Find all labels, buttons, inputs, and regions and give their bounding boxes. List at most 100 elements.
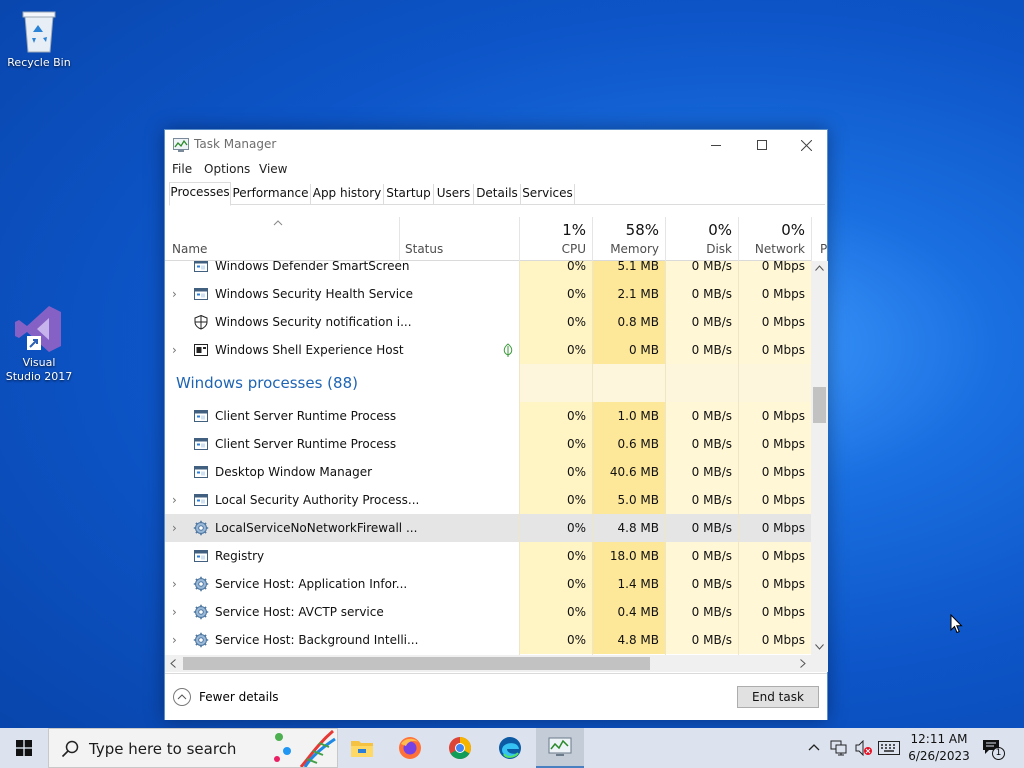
tab-performance[interactable]: Performance [231,184,311,205]
horizontal-scroll-thumb[interactable] [183,657,650,670]
taskbar-file-explorer[interactable] [338,728,386,768]
taskbar-task-manager[interactable] [536,728,584,768]
column-divider[interactable] [738,217,739,261]
vertical-scroll-thumb[interactable] [813,387,826,423]
menu-file[interactable]: File [172,162,192,176]
process-name: Desktop Window Manager [215,465,373,479]
network-icon[interactable] [830,740,848,756]
tab-services[interactable]: Services [521,184,575,205]
minimize-button[interactable] [693,130,739,160]
start-button[interactable] [0,728,48,768]
memory-percent: 58% [625,221,659,239]
expand-chevron-icon[interactable]: › [172,514,184,542]
memory-cell: 4.8 MB [592,514,665,542]
expand-chevron-icon[interactable]: › [172,626,184,654]
process-name: Windows Shell Experience Host [215,343,404,357]
column-status[interactable]: Status [405,242,443,256]
end-task-button[interactable]: End task [737,686,819,708]
tab-users[interactable]: Users [434,184,474,205]
column-divider[interactable] [592,217,593,261]
cpu-cell: 0% [519,336,592,364]
task-manager-icon [548,737,572,756]
volume-muted-icon[interactable] [855,740,873,756]
process-row[interactable]: › Service Host: Background Intelli... 0% 4.… [165,626,811,654]
process-row[interactable]: Desktop Window Manager 0% 40.6 MB 0 MB/s 0 M… [165,458,811,486]
process-row[interactable]: › Local Security Authority Process... 0% 5.… [165,486,811,514]
tab-app-history[interactable]: App history [311,184,384,205]
network-cell: 0 Mbps [738,308,811,336]
process-name: Client Server Runtime Process [215,409,397,423]
column-divider[interactable] [399,217,400,261]
expand-chevron-icon[interactable]: › [172,598,184,626]
column-power-partial[interactable]: P [820,242,827,256]
memory-cell: 18.0 MB [592,542,665,570]
column-header: Name Status 1% CPU 58% Memory 0% Disk 0%… [165,217,827,261]
menu-options[interactable]: Options [204,162,250,176]
disk-cell: 0 MB/s [665,570,738,598]
column-divider[interactable] [665,217,666,261]
process-row[interactable]: › Windows Security Health Service 0% 2.1 MB… [165,280,811,308]
taskbar-firefox[interactable] [386,728,434,768]
scroll-left-icon[interactable] [170,659,176,668]
scroll-right-icon[interactable] [800,659,806,668]
memory-cell: 5.0 MB [592,486,665,514]
title-bar[interactable]: Task Manager [165,130,827,160]
action-center-button[interactable]: 1 [980,736,1006,760]
notification-count-badge: 1 [992,747,1005,760]
process-row[interactable]: Registry 0% 18.0 MB 0 MB/s 0 Mbps [165,542,811,570]
column-divider[interactable] [811,217,812,261]
expand-chevron-icon[interactable]: › [172,280,184,308]
desktop-icon-recycle-bin[interactable]: Recycle Bin [1,8,77,70]
scroll-up-icon[interactable] [815,265,824,271]
expand-chevron-icon[interactable]: › [172,336,184,364]
column-name[interactable]: Name [172,242,207,256]
show-hidden-icons-chevron-icon[interactable] [808,743,820,751]
process-list: Windows Defender SmartScreen 0% 5.1 MB 0 MB… [165,261,811,655]
column-memory[interactable]: Memory [594,242,659,256]
group-header-row[interactable]: Windows processes (88) [165,364,811,402]
tab-details[interactable]: Details [474,184,521,205]
horizontal-scrollbar[interactable] [165,655,811,672]
memory-cell: 1.0 MB [592,402,665,430]
cpu-cell: 0% [519,598,592,626]
menu-bar: File Options View [165,160,827,180]
vertical-scrollbar[interactable] [811,261,828,655]
process-name: Local Security Authority Process... [215,493,420,507]
column-divider[interactable] [519,217,520,261]
memory-cell: 0.6 MB [592,430,665,458]
process-row[interactable]: › Windows Shell Experience Host 0% 0 MB 0 MB… [165,336,811,364]
column-network[interactable]: Network [740,242,805,256]
group-cpu-cell [519,364,592,402]
maximize-button[interactable] [739,130,785,160]
taskbar-clock[interactable]: 12:11 AM 6/26/2023 [900,731,978,765]
dna-search-highlight-icon [274,729,336,767]
cpu-cell: 0% [519,261,592,280]
process-row[interactable]: Windows Security notification i... 0% 0.8 … [165,308,811,336]
taskbar-edge[interactable] [486,728,534,768]
process-name: Registry [215,549,265,563]
process-row[interactable]: Client Server Runtime Process 0% 0.6 MB 0 M… [165,430,811,458]
keyboard-icon[interactable] [878,741,900,755]
process-row[interactable]: Windows Defender SmartScreen 0% 5.1 MB 0 MB… [165,261,811,280]
tab-processes[interactable]: Processes [169,182,231,206]
expand-chevron-icon[interactable]: › [172,570,184,598]
process-row[interactable]: › Service Host: AVCTP service 0% 0.4 MB 0 MB… [165,598,811,626]
column-cpu[interactable]: CPU [521,242,586,256]
column-disk[interactable]: Disk [667,242,732,256]
process-row[interactable]: › Service Host: Application Infor... 0% 1.4… [165,570,811,598]
tab-startup[interactable]: Startup [384,184,434,205]
scroll-down-icon[interactable] [815,644,824,650]
desktop-icon-visual-studio[interactable]: Visual Studio 2017 [1,304,77,384]
cpu-cell: 0% [519,430,592,458]
close-button[interactable] [783,130,829,160]
taskbar-chrome[interactable] [436,728,484,768]
process-name: LocalServiceNoNetworkFirewall ... [215,521,418,535]
task-manager-icon [173,138,189,152]
cpu-cell: 0% [519,542,592,570]
menu-view[interactable]: View [259,162,287,176]
gear-icon [193,576,209,592]
expand-chevron-icon[interactable]: › [172,486,184,514]
process-row[interactable]: Client Server Runtime Process 0% 1.0 MB 0 M… [165,402,811,430]
search-box[interactable]: Type here to search [48,728,338,768]
process-row[interactable]: › LocalServiceNoNetworkFirewall ... 0% 4.8 … [165,514,811,542]
